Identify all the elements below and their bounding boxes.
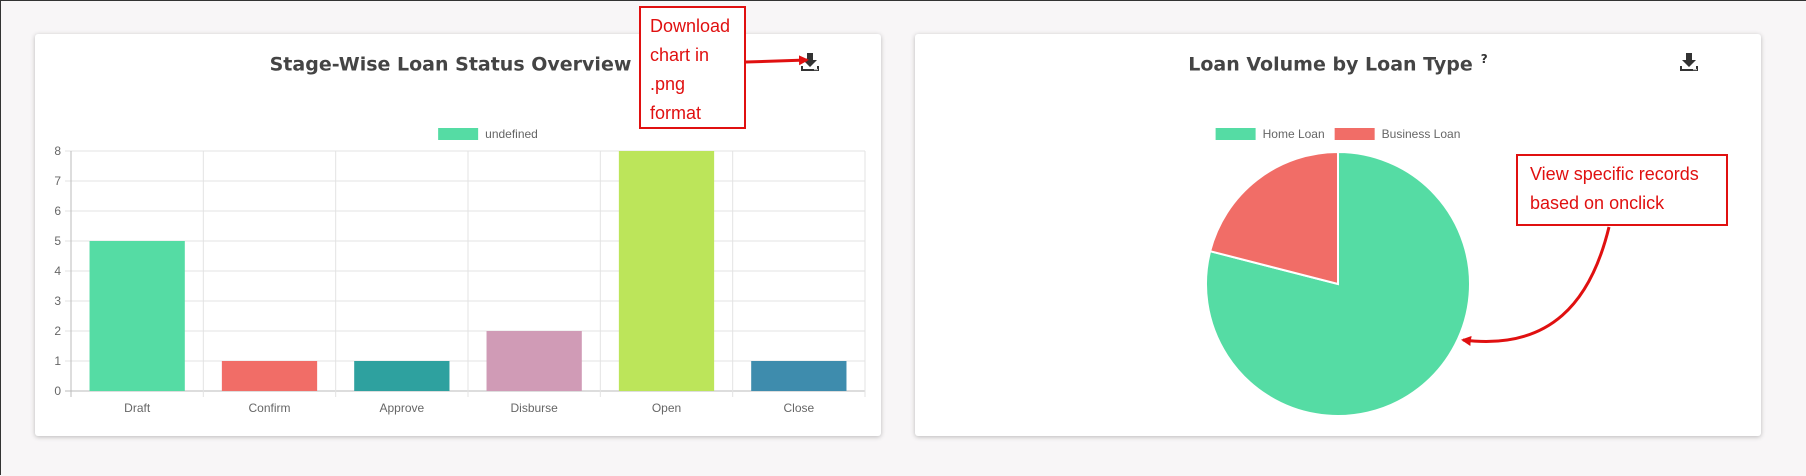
x-tick-label: Open — [652, 401, 681, 415]
pie-chart-card: Loan Volume by Loan Type? Home Loan Busin… — [915, 34, 1761, 436]
view-annotation-line: based on onclick — [1530, 193, 1665, 213]
y-tick-label: 0 — [54, 384, 61, 398]
bar — [89, 241, 185, 391]
bar — [221, 361, 318, 391]
bar-chart-card: Stage-Wise Loan Status Overview? undefin… — [35, 34, 881, 436]
legend-label: Home Loan — [1263, 127, 1325, 141]
legend-label: Business Loan — [1382, 127, 1461, 141]
legend-label: undefined — [485, 127, 538, 141]
y-tick-label: 2 — [54, 324, 61, 338]
download-annotation-line: .png — [650, 74, 686, 94]
x-tick-label: Draft — [124, 401, 151, 415]
y-tick-label: 8 — [54, 144, 61, 158]
bar-chart-plot: undefined 0 1 2 3 4 5 6 7 8 Draft Confirm Approve Dis… — [54, 127, 866, 415]
download-annotation: Download chart in .png format — [639, 6, 746, 129]
y-tick-label: 7 — [54, 174, 61, 188]
legend-swatch — [438, 128, 479, 140]
legend-swatch — [1334, 128, 1375, 140]
legend-swatch — [1215, 128, 1256, 140]
bar — [486, 331, 582, 391]
y-tick-label: 5 — [54, 234, 61, 248]
download-annotation-line: format — [650, 103, 702, 123]
x-tick-label: Confirm — [248, 401, 290, 415]
pie-chart-plot: Home Loan Business Loan — [1205, 127, 1471, 417]
x-tick-label: Close — [783, 401, 814, 415]
y-tick-label: 3 — [54, 294, 61, 308]
y-tick-label: 4 — [54, 264, 61, 278]
view-annotation-line: View specific records — [1530, 164, 1699, 184]
x-tick-label: Disburse — [510, 401, 558, 415]
bar — [618, 151, 715, 391]
x-tick-label: Approve — [379, 401, 424, 415]
bar — [751, 361, 847, 391]
y-tick-label: 1 — [54, 354, 61, 368]
bar — [354, 361, 450, 391]
download-annotation-line: chart in — [650, 45, 710, 65]
view-records-annotation: View specific records based on onclick — [1516, 154, 1728, 226]
download-annotation-line: Download — [650, 16, 731, 36]
y-tick-label: 6 — [54, 204, 61, 218]
